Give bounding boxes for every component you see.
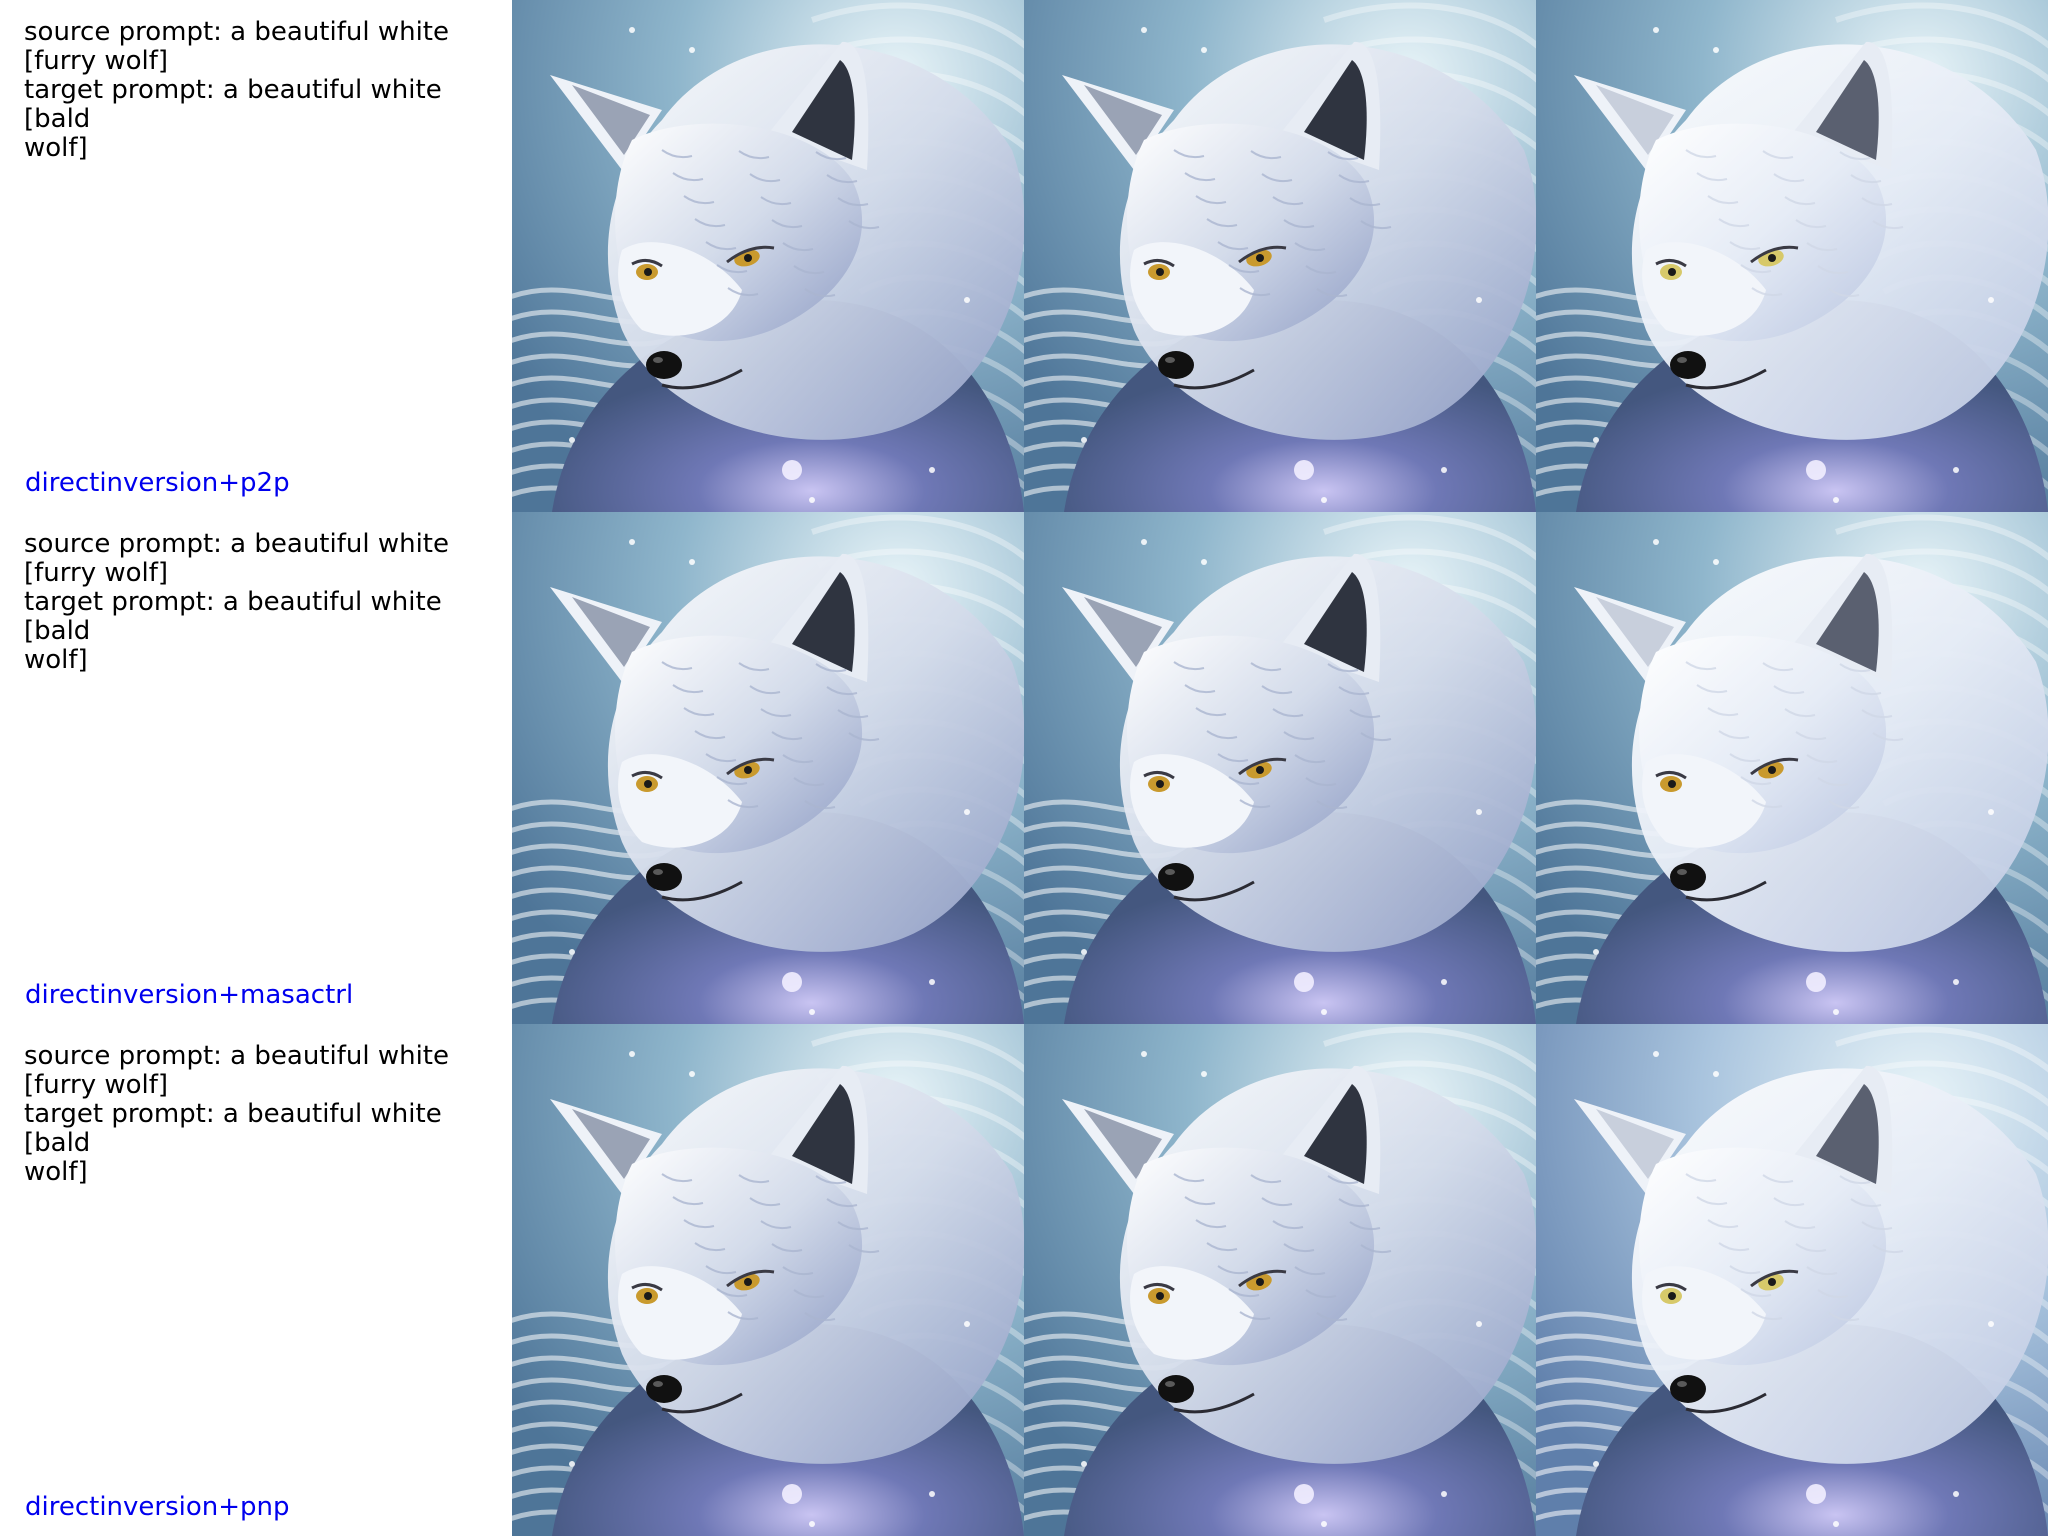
source-image [512,1024,1024,1536]
reconstructed-image [1024,0,1536,512]
source-image [512,0,1024,512]
method-label: directinversion+p2p [25,468,290,498]
prompt-text: source prompt: a beautiful white [furry … [24,529,449,675]
label-cell: source prompt: a beautiful white [furry … [0,1024,512,1536]
source-image [512,512,1024,1024]
method-label: directinversion+masactrl [25,980,354,1010]
edited-image [1536,1024,2048,1536]
prompt-text: source prompt: a beautiful white [furry … [24,1041,449,1187]
result-row-masactrl: source prompt: a beautiful white [furry … [0,512,2048,1024]
edited-image [1536,512,2048,1024]
method-label: directinversion+pnp [25,1492,290,1522]
reconstructed-image [1024,512,1536,1024]
label-cell: source prompt: a beautiful white [furry … [0,512,512,1024]
result-row-pnp: source prompt: a beautiful white [furry … [0,1024,2048,1536]
result-row-p2p: source prompt: a beautiful white [furry … [0,0,2048,512]
prompt-text: source prompt: a beautiful white [furry … [24,17,449,163]
edited-image [1536,0,2048,512]
label-cell: source prompt: a beautiful white [furry … [0,0,512,512]
reconstructed-image [1024,1024,1536,1536]
comparison-grid: source prompt: a beautiful white [furry … [0,0,2048,1536]
